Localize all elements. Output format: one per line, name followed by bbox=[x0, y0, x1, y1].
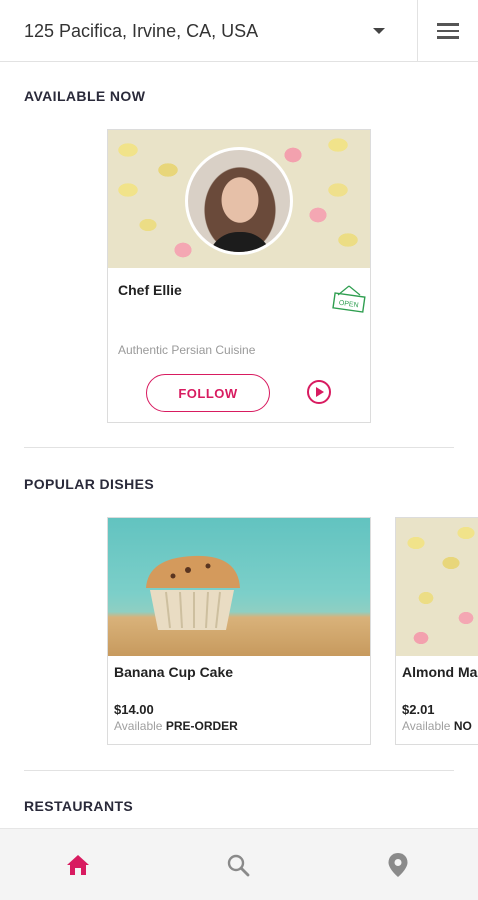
chef-cuisine: Authentic Persian Cuisine bbox=[118, 343, 256, 357]
nav-location[interactable] bbox=[368, 829, 428, 900]
open-sign-icon: OPEN bbox=[332, 285, 366, 313]
caret-down-icon bbox=[373, 28, 385, 34]
section-divider bbox=[24, 447, 454, 448]
availability-value: NO bbox=[453, 719, 472, 733]
chef-name: Chef Ellie bbox=[118, 282, 182, 298]
home-icon bbox=[67, 855, 89, 875]
nav-home[interactable] bbox=[48, 829, 108, 900]
location-selector[interactable]: 125 Pacifica, Irvine, CA, USA bbox=[0, 0, 417, 62]
menu-button[interactable] bbox=[417, 0, 478, 62]
available-now-title: AVAILABLE NOW bbox=[24, 88, 146, 104]
location-text: 125 Pacifica, Irvine, CA, USA bbox=[24, 20, 259, 41]
restaurants-title: RESTAURANTS bbox=[24, 798, 134, 814]
bottom-navigation bbox=[0, 828, 478, 900]
dish-name: Banana Cup Cake bbox=[114, 664, 234, 680]
search-icon bbox=[227, 854, 250, 877]
chef-avatar bbox=[185, 147, 293, 255]
section-divider bbox=[24, 770, 454, 771]
dish-price: $14.00 bbox=[114, 702, 154, 717]
play-icon[interactable] bbox=[306, 379, 332, 405]
hamburger-menu-icon bbox=[437, 23, 459, 26]
chef-card[interactable]: Chef Ellie OPEN Authentic Persian Cuisin… bbox=[107, 129, 371, 423]
dish-image bbox=[396, 518, 478, 656]
dish-price: $2.01 bbox=[402, 702, 435, 717]
dish-image bbox=[108, 518, 370, 656]
location-pin-icon bbox=[388, 853, 408, 877]
chef-banner-image bbox=[108, 130, 370, 268]
popular-dishes-title: POPULAR DISHES bbox=[24, 476, 155, 492]
dish-availability: Available NO bbox=[402, 719, 472, 733]
dish-card-banana-cup-cake[interactable]: Banana Cup Cake $14.00 Available PRE-ORD… bbox=[107, 517, 371, 745]
top-bar: 125 Pacifica, Irvine, CA, USA bbox=[0, 0, 478, 62]
availability-value: PRE-ORDER bbox=[165, 719, 238, 733]
open-sign-text: OPEN bbox=[338, 300, 359, 310]
dish-availability: Available PRE-ORDER bbox=[114, 719, 238, 733]
follow-button[interactable]: FOLLOW bbox=[146, 374, 270, 412]
nav-search[interactable] bbox=[208, 829, 268, 900]
dish-name: Almond Ma bbox=[402, 664, 478, 680]
dish-card-almond[interactable]: Almond Ma $2.01 Available NO bbox=[395, 517, 478, 745]
